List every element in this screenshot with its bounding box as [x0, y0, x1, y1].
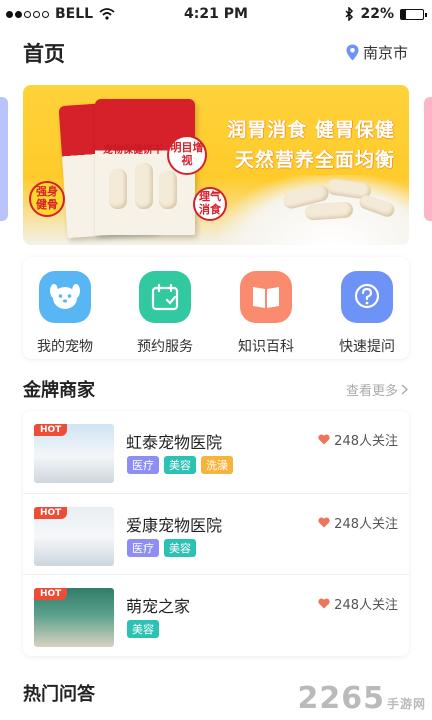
calendar-icon	[139, 271, 191, 323]
quick-action-label: 快速提问	[339, 339, 395, 355]
quick-action-label: 知识百科	[238, 339, 294, 355]
merchant-name: 萌宠之家	[126, 597, 191, 616]
battery-fill	[401, 9, 406, 19]
book-icon	[240, 271, 292, 323]
see-more-link[interactable]: 查看更多	[346, 380, 408, 399]
promo-banner[interactable]: 宠物保健饼干 强身健骨 明目增视 理气消食 润胃消食 健胃保健 天然营养全面均衡	[23, 85, 409, 245]
location-pin-icon	[346, 44, 359, 61]
quick-action-encyclopedia[interactable]: 知识百科	[226, 271, 306, 356]
merchant-photo: HOT	[34, 424, 114, 483]
follow-count: 248人关注	[318, 513, 398, 532]
location-label: 南京市	[362, 44, 408, 62]
merchant-photo: HOT	[34, 507, 114, 566]
hot-badge: HOT	[34, 588, 68, 600]
quick-action-label: 预约服务	[137, 339, 193, 355]
merchant-tags: 美容	[127, 620, 159, 638]
status-right: 22%	[345, 6, 427, 22]
status-bar: BELL 4:21 PM 22%	[0, 0, 432, 28]
tag-badge: 医疗	[127, 539, 159, 557]
heart-icon	[318, 434, 330, 445]
section-title-qa: 热门问答	[23, 684, 95, 705]
follow-count: 248人关注	[318, 594, 398, 613]
tag-badge: 美容	[127, 620, 159, 638]
tag-badge: 美容	[164, 456, 196, 474]
tag-badge: 医疗	[127, 456, 159, 474]
merchant-row[interactable]: HOT 萌宠之家 美容 248人关注	[23, 574, 409, 655]
biscuit-image	[109, 169, 127, 209]
battery-percent: 22%	[360, 6, 394, 22]
package-text: 宠物保健饼干	[103, 145, 163, 156]
location-selector[interactable]: 南京市	[346, 42, 408, 63]
heart-icon	[318, 598, 330, 609]
quick-action-label: 我的宠物	[37, 339, 93, 355]
banner-headline: 润胃消食 健胃保健	[227, 119, 395, 141]
tag-badge: 洗澡	[201, 456, 233, 474]
hot-badge: HOT	[34, 424, 68, 436]
carousel-prev-peek[interactable]	[0, 97, 8, 221]
merchant-tags: 医疗 美容 洗澡	[127, 456, 233, 474]
bluetooth-icon	[345, 7, 354, 21]
section-title-merchants: 金牌商家	[23, 380, 95, 401]
merchant-row[interactable]: HOT 爱康宠物医院 医疗 美容 248人关注	[23, 493, 409, 574]
merchant-name: 虹泰宠物医院	[126, 433, 223, 452]
merchant-tags: 医疗 美容	[127, 539, 196, 557]
biscuit-image	[159, 171, 177, 209]
page-header: 首页 南京市	[0, 28, 432, 80]
watermark-number: 2265	[297, 681, 385, 716]
chevron-right-icon	[401, 384, 408, 395]
biscuit-image	[304, 201, 354, 221]
biscuit-image	[135, 163, 153, 209]
quick-actions-card: 我的宠物 预约服务 知识百科 快速提问	[23, 257, 409, 359]
merchant-row[interactable]: HOT 虹泰宠物医院 医疗 美容 洗澡 248人关注	[23, 411, 409, 492]
tag-badge: 美容	[164, 539, 196, 557]
merchant-name: 爱康宠物医院	[126, 516, 223, 535]
quick-action-ask[interactable]: 快速提问	[327, 271, 407, 356]
follow-count-label: 248人关注	[334, 598, 398, 613]
follow-count-label: 248人关注	[334, 517, 398, 532]
site-watermark: 2265 手游网	[297, 681, 426, 716]
sticker-badge: 明目增视	[167, 135, 207, 175]
merchant-photo: HOT	[34, 588, 114, 647]
quick-action-appointment[interactable]: 预约服务	[125, 271, 205, 356]
carousel-next-peek[interactable]	[424, 97, 432, 221]
banner-subline: 天然营养全面均衡	[234, 149, 395, 171]
quick-action-my-pet[interactable]: 我的宠物	[25, 271, 105, 356]
pet-face-icon	[39, 271, 91, 323]
follow-count-label: 248人关注	[334, 434, 398, 449]
watermark-suffix: 手游网	[386, 697, 426, 711]
merchant-list: HOT 虹泰宠物医院 医疗 美容 洗澡 248人关注 HOT 爱康宠物医院 医疗…	[23, 411, 409, 656]
sticker-badge: 强身健骨	[29, 181, 65, 217]
follow-count: 248人关注	[318, 430, 398, 449]
hot-badge: HOT	[34, 507, 68, 519]
see-more-label: 查看更多	[345, 384, 398, 399]
heart-icon	[318, 517, 330, 528]
question-bubble-icon	[341, 271, 393, 323]
battery-icon	[400, 8, 427, 20]
page-title: 首页	[23, 42, 65, 66]
